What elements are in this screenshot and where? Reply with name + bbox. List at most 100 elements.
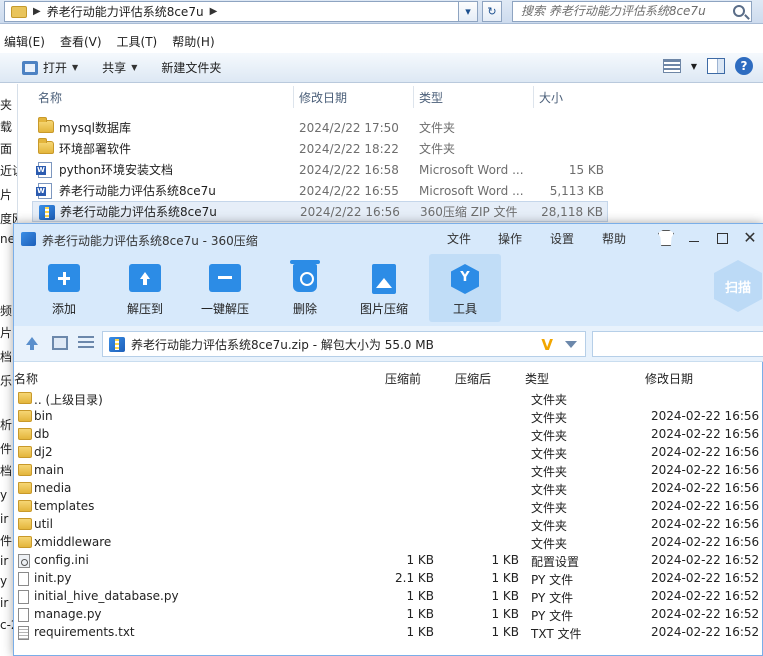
column-divider[interactable] bbox=[293, 86, 294, 108]
menu-file[interactable]: 文件 bbox=[447, 230, 471, 247]
nav-item[interactable]: 件 bbox=[0, 438, 12, 460]
preview-pane-icon[interactable] bbox=[707, 58, 725, 74]
nav-item[interactable]: ir bbox=[0, 592, 8, 614]
nav-item[interactable]: y bbox=[0, 570, 7, 592]
one-click-extract-button[interactable]: 一键解压 bbox=[189, 254, 261, 322]
breadcrumb-arrow-icon[interactable]: ▶ bbox=[210, 6, 218, 17]
image-compress-button[interactable]: 图片压缩 bbox=[348, 254, 420, 322]
extract-to-button[interactable]: 解压到 bbox=[109, 254, 181, 322]
menu-help[interactable]: 帮助(H) bbox=[168, 33, 221, 50]
search-input[interactable]: 搜索 养老行动能力评估系统8ce7u bbox=[512, 1, 752, 22]
column-type[interactable]: 类型 bbox=[419, 89, 443, 106]
archive-row[interactable]: db 文件夹 2024-02-22 16:56 bbox=[14, 426, 763, 444]
share-button[interactable]: 共享 ▼ bbox=[90, 59, 149, 76]
column-size[interactable]: 大小 bbox=[539, 89, 563, 106]
breadcrumb-item[interactable]: 养老行动能力评估系统8ce7u bbox=[47, 3, 204, 20]
entry-name: init.py bbox=[34, 571, 72, 585]
menu-tools[interactable]: 工具(T) bbox=[113, 33, 165, 50]
one-click-extract-label: 一键解压 bbox=[200, 302, 249, 316]
nav-item[interactable]: 片 bbox=[0, 322, 12, 344]
up-arrow-icon[interactable] bbox=[24, 336, 40, 350]
archive-row[interactable]: bin 文件夹 2024-02-22 16:56 bbox=[14, 408, 763, 426]
entry-date: 2024-02-22 16:56 bbox=[651, 481, 760, 495]
menu-operation[interactable]: 操作 bbox=[498, 230, 522, 247]
archive-row[interactable]: requirements.txt 1 KB 1 KB TXT 文件 2024-02-22… bbox=[14, 624, 763, 642]
address-dropdown-icon[interactable]: ▾ bbox=[458, 1, 478, 22]
change-view-icon[interactable] bbox=[662, 59, 681, 73]
new-folder-label: 新建文件夹 bbox=[161, 61, 222, 75]
column-date[interactable]: 修改日期 bbox=[299, 89, 347, 106]
archive-path-field[interactable]: 养老行动能力评估系统8ce7u.zip - 解包大小为 55.0 MB V bbox=[102, 331, 586, 357]
column-divider[interactable] bbox=[533, 86, 534, 108]
chevron-down-icon[interactable] bbox=[565, 341, 577, 348]
nav-item[interactable]: 档 bbox=[0, 460, 12, 482]
archive-row[interactable]: main 文件夹 2024-02-22 16:56 bbox=[14, 462, 763, 480]
minimize-icon[interactable] bbox=[686, 230, 702, 246]
delete-button[interactable]: 删除 bbox=[269, 254, 341, 322]
nav-item[interactable]: ir bbox=[0, 550, 8, 572]
list-view-icon[interactable] bbox=[78, 336, 94, 350]
archive-row[interactable]: init.py 2.1 KB 1 KB PY 文件 2024-02-22 16:52 bbox=[14, 570, 763, 588]
menu-view[interactable]: 查看(V) bbox=[56, 33, 109, 50]
nav-item[interactable]: 析 bbox=[0, 414, 12, 436]
nav-item[interactable]: 片 bbox=[0, 184, 12, 206]
file-row[interactable]: python环境安装文档 2024/2/22 16:58 Microsoft Wor… bbox=[32, 159, 608, 180]
archive-row[interactable]: dj2 文件夹 2024-02-22 16:56 bbox=[14, 444, 763, 462]
address-bar[interactable]: ▶ 养老行动能力评估系统8ce7u ▶ bbox=[4, 1, 474, 22]
breadcrumb-arrow-icon[interactable]: ▶ bbox=[33, 6, 41, 17]
close-icon[interactable]: ✕ bbox=[742, 230, 758, 246]
column-date[interactable]: 修改日期 bbox=[645, 370, 693, 387]
file-row[interactable]: mysql数据库 2024/2/22 17:50 文件夹 bbox=[32, 117, 608, 138]
help-icon[interactable]: ? bbox=[735, 57, 753, 75]
archive-row[interactable]: .. (上级目录) 文件夹 bbox=[14, 390, 763, 408]
column-name[interactable]: 名称 bbox=[14, 370, 38, 387]
file-row[interactable]: 环境部署软件 2024/2/22 18:22 文件夹 bbox=[32, 138, 608, 159]
archive-row[interactable]: media 文件夹 2024-02-22 16:56 bbox=[14, 480, 763, 498]
entry-type: 文件夹 bbox=[531, 537, 568, 551]
tools-button[interactable]: 工具 bbox=[429, 254, 501, 322]
column-name[interactable]: 名称 bbox=[38, 89, 62, 106]
nav-item[interactable]: 面 bbox=[0, 138, 12, 160]
open-button[interactable]: 打开 ▼ bbox=[0, 59, 90, 76]
add-button[interactable]: 添加 bbox=[28, 254, 100, 322]
address-bar-row: ▶ 养老行动能力评估系统8ce7u ▶ ▾ ↻ 搜索 养老行动能力评估系统8ce… bbox=[0, 0, 763, 24]
nav-item[interactable]: 件 bbox=[0, 530, 12, 552]
column-divider[interactable] bbox=[413, 86, 414, 108]
menu-edit[interactable]: 编辑(E) bbox=[0, 33, 52, 50]
nav-item[interactable]: y bbox=[0, 484, 7, 506]
new-folder-button[interactable]: 新建文件夹 bbox=[149, 59, 233, 76]
nav-item[interactable]: ir bbox=[0, 508, 8, 530]
skin-icon[interactable] bbox=[658, 230, 674, 246]
chevron-down-icon[interactable]: ▼ bbox=[691, 62, 697, 71]
nav-item[interactable]: 档 bbox=[0, 346, 12, 368]
nav-item[interactable]: 近访 bbox=[0, 160, 17, 182]
archive-row[interactable]: xmiddleware 文件夹 2024-02-22 16:56 bbox=[14, 534, 763, 552]
menu-help[interactable]: 帮助 bbox=[602, 230, 626, 247]
nav-item[interactable]: 夹 bbox=[0, 94, 12, 116]
maximize-icon[interactable] bbox=[714, 230, 730, 246]
archive-row[interactable]: templates 文件夹 2024-02-22 16:56 bbox=[14, 498, 763, 516]
column-type[interactable]: 类型 bbox=[525, 370, 549, 387]
entry-type: 文件夹 bbox=[531, 501, 568, 515]
file-row[interactable]: 养老行动能力评估系统8ce7u 2024/2/22 16:56 360压缩 ZIP … bbox=[32, 201, 608, 222]
search-input[interactable] bbox=[592, 331, 763, 357]
refresh-icon[interactable]: ↻ bbox=[482, 1, 502, 22]
nav-item[interactable]: 频 bbox=[0, 300, 12, 322]
title-bar[interactable]: 养老行动能力评估系统8ce7u - 360压缩 文件 操作 设置 帮助 ✕ bbox=[14, 224, 763, 254]
extract-icon bbox=[129, 264, 161, 292]
column-original[interactable]: 压缩后 bbox=[455, 370, 491, 387]
file-row[interactable]: 养老行动能力评估系统8ce7u 2024/2/22 16:55 Microsoft … bbox=[32, 180, 608, 201]
archive-row[interactable]: manage.py 1 KB 1 KB PY 文件 2024-02-22 16:52 bbox=[14, 606, 763, 624]
menu-settings[interactable]: 设置 bbox=[550, 230, 574, 247]
nav-item[interactable]: 乐 bbox=[0, 370, 12, 392]
nav-item[interactable]: 载 bbox=[0, 116, 12, 138]
verified-icon[interactable]: V bbox=[541, 336, 553, 354]
scan-button[interactable]: 扫描 bbox=[714, 260, 762, 312]
archive-row[interactable]: initial_hive_database.py 1 KB 1 KB PY 文件 202… bbox=[14, 588, 763, 606]
search-icon[interactable] bbox=[733, 5, 745, 17]
archive-row[interactable]: config.ini 1 KB 1 KB 配置设置 2024-02-22 16:52 bbox=[14, 552, 763, 570]
add-icon bbox=[48, 264, 80, 292]
archive-row[interactable]: util 文件夹 2024-02-22 16:56 bbox=[14, 516, 763, 534]
thumbnail-view-icon[interactable] bbox=[52, 336, 68, 350]
column-compressed[interactable]: 压缩前 bbox=[385, 370, 421, 387]
